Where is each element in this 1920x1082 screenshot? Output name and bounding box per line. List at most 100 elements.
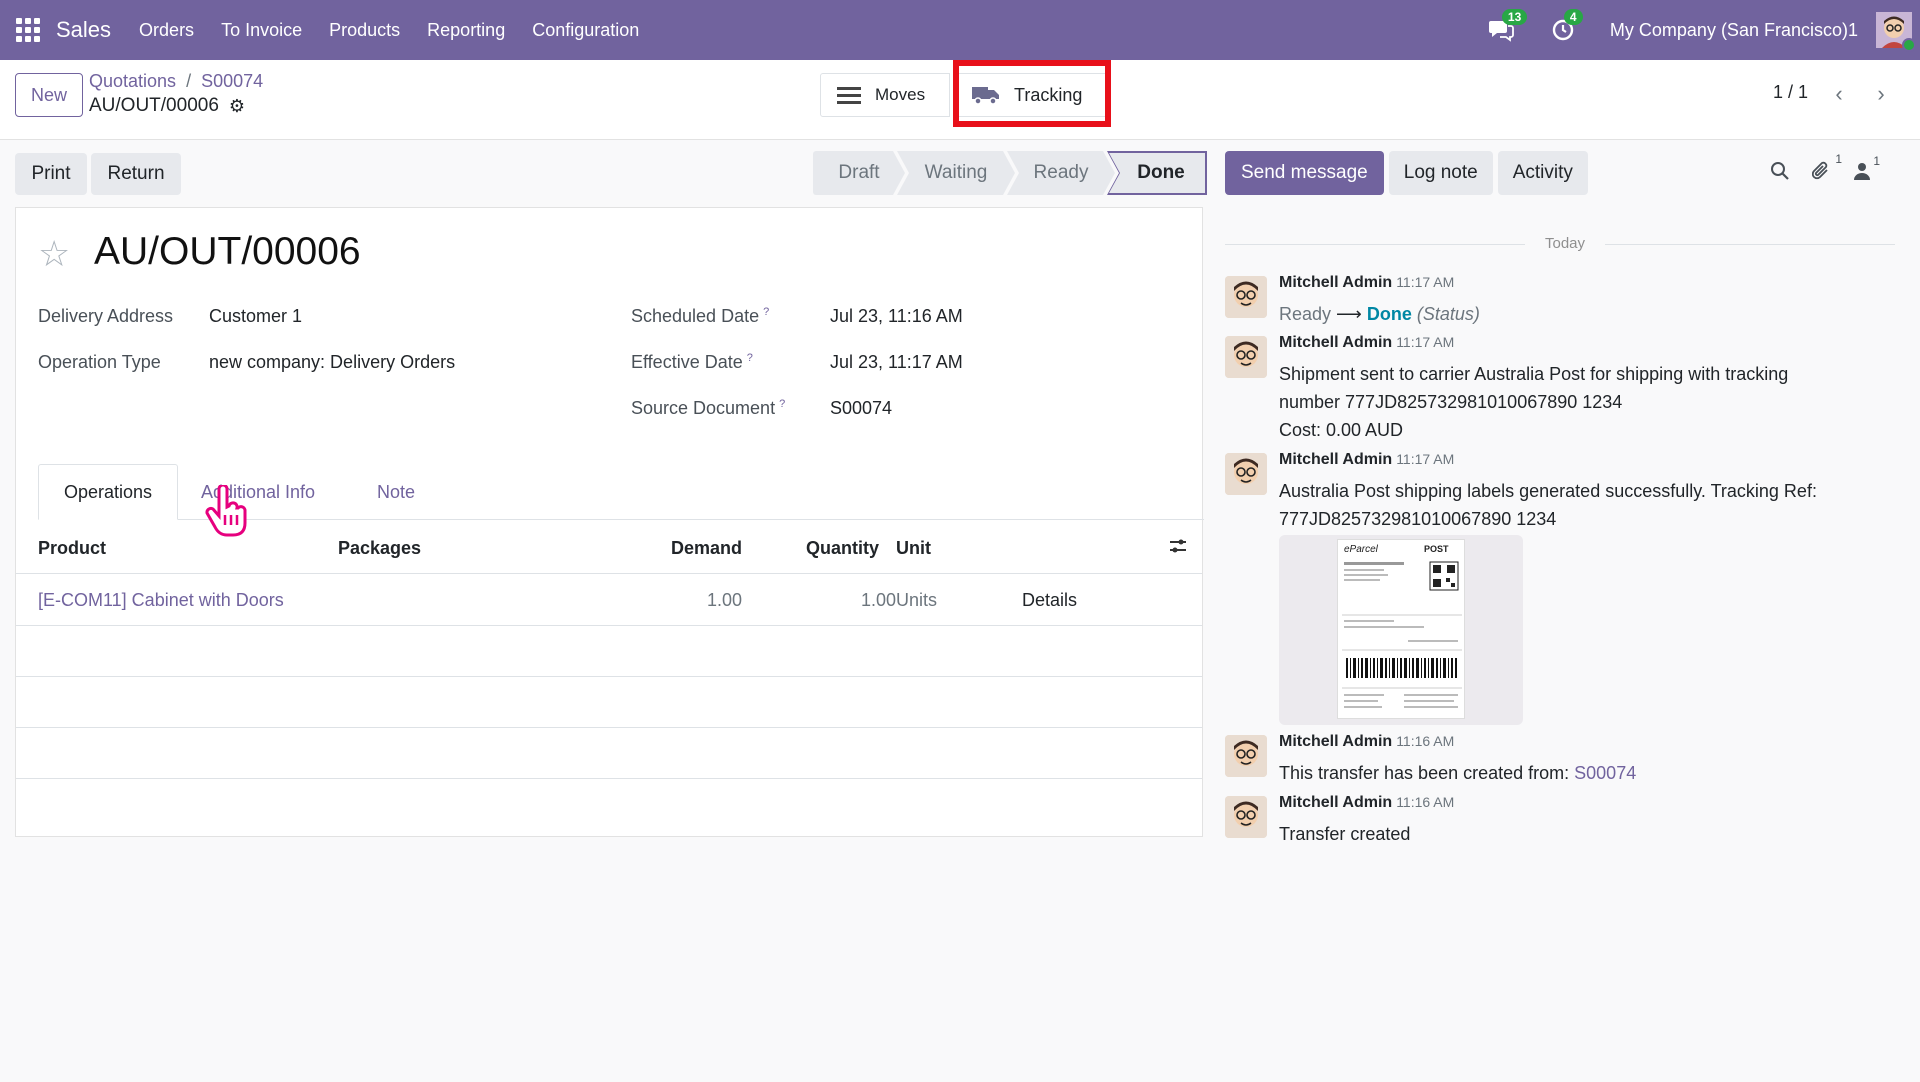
empty-row [16,728,1202,779]
author-avatar[interactable] [1225,336,1267,378]
message-line: 777JD825732981010067890 1234 [1279,509,1557,529]
message-author[interactable]: Mitchell Admin 11:17 AM [1279,334,1454,352]
operation-type-value[interactable]: new company: Delivery Orders [209,352,455,373]
row-details-button[interactable]: Details [1022,590,1077,611]
chevron-left-icon: ‹ [1835,81,1843,106]
message-author[interactable]: Mitchell Admin 11:17 AM [1279,274,1454,292]
stage-done[interactable]: Done [1107,151,1207,195]
help-icon[interactable]: ? [763,306,769,318]
author-name[interactable]: Mitchell Admin [1279,274,1392,291]
print-button[interactable]: Print [15,153,87,195]
help-icon[interactable]: ? [779,398,785,410]
menu-products[interactable]: Products [329,20,400,41]
form-sheet: ☆ AU/OUT/00006 Delivery Address Customer… [15,207,1204,837]
author-name[interactable]: Mitchell Admin [1279,451,1392,468]
row-demand: 1.00 [706,590,742,610]
author-avatar[interactable] [1225,796,1267,838]
column-settings-icon[interactable] [1168,536,1188,561]
stage-pipeline: Draft Waiting Ready Done [813,151,1207,195]
scheduled-date-label-text: Scheduled Date [631,306,760,326]
author-avatar[interactable] [1225,735,1267,777]
gear-icon[interactable]: ⚙ [229,96,245,117]
pager-previous-button[interactable]: ‹ [1820,74,1858,114]
source-document-value[interactable]: S00074 [830,398,892,419]
message-text: This transfer has been created from: [1279,763,1570,783]
chatter-topbar-icons: 1 1 [1770,152,1880,191]
row-product[interactable]: [E-COM11] Cabinet with Doors [38,590,284,611]
author-name[interactable]: Mitchell Admin [1279,733,1392,750]
return-button[interactable]: Return [91,153,181,195]
record-title: AU/OUT/00006 [94,230,361,273]
search-icon[interactable] [1770,161,1790,186]
breadcrumb-quotations[interactable]: Quotations [89,71,176,91]
operation-type-label: Operation Type [38,352,161,372]
pager-next-button[interactable]: › [1862,74,1900,114]
effective-date-label: Effective Date? [631,352,753,373]
messages-button[interactable]: 13 [1486,9,1528,45]
shipping-label-attachment[interactable]: eParcel POST [1279,535,1523,725]
message-author[interactable]: Mitchell Admin 11:17 AM [1279,451,1454,469]
menu-orders[interactable]: Orders [139,20,194,41]
breadcrumb-separator: / [186,71,192,91]
attachments-button[interactable]: 1 [1811,152,1842,187]
online-status-icon [1902,38,1916,52]
menu-reporting[interactable]: Reporting [427,20,505,41]
delivery-address-value[interactable]: Customer 1 [209,306,302,327]
col-product[interactable]: Product [38,538,106,559]
truck-icon [972,87,999,105]
activity-button[interactable]: Activity [1497,151,1588,195]
chatter-message: Mitchell Admin 11:17 AM Australia Post sh… [1225,451,1895,731]
chatter-message: Mitchell Admin 11:16 AM Transfer created [1225,794,1895,850]
message-author[interactable]: Mitchell Admin 11:16 AM [1279,794,1454,812]
moves-button[interactable]: Moves [820,73,950,117]
col-packages[interactable]: Packages [338,538,421,559]
message-time: 11:17 AM [1396,451,1455,467]
app-brand[interactable]: Sales [56,17,111,43]
app-menu-icon[interactable] [0,0,56,60]
tracking-button[interactable]: Tracking [957,73,1107,117]
message-author[interactable]: Mitchell Admin 11:16 AM [1279,733,1454,751]
date-separator: Today [1225,235,1895,253]
stage-ready[interactable]: Ready [1007,151,1115,195]
scheduled-date-value[interactable]: Jul 23, 11:16 AM [830,306,963,327]
message-body: Shipment sent to carrier Australia Post … [1279,360,1889,444]
col-unit[interactable]: Unit [896,538,931,559]
star-icon[interactable]: ☆ [38,233,70,275]
activities-button[interactable]: 4 [1548,9,1583,45]
today-label: Today [1544,235,1586,252]
pager-value[interactable]: 1 / 1 [1773,82,1808,103]
message-body: Transfer created [1279,820,1889,848]
followers-button[interactable]: 1 [1854,154,1880,185]
menu-configuration[interactable]: Configuration [532,20,639,41]
tab-operations[interactable]: Operations [38,464,178,520]
row-quantity[interactable]: 1.00 [806,590,896,611]
col-demand[interactable]: Demand [671,538,742,559]
company-switcher[interactable]: My Company (San Francisco)1 [1610,20,1858,41]
help-icon[interactable]: ? [747,352,753,364]
table-row[interactable]: [E-COM11] Cabinet with Doors 1.00 1.00 U… [16,575,1202,626]
author-name[interactable]: Mitchell Admin [1279,334,1392,351]
user-avatar[interactable] [1876,12,1916,52]
chevron-right-icon: › [1877,81,1885,106]
stage-draft[interactable]: Draft [813,151,905,195]
tab-note[interactable]: Note [366,464,426,520]
col-quantity[interactable]: Quantity [806,538,879,559]
log-note-button[interactable]: Log note [1388,151,1493,195]
hand-cursor-icon [205,483,249,539]
breadcrumb-order[interactable]: S00074 [201,71,263,91]
author-name[interactable]: Mitchell Admin [1279,794,1392,811]
menu-to-invoice[interactable]: To Invoice [221,20,302,41]
source-order-link[interactable]: S00074 [1574,763,1636,783]
new-button[interactable]: New [15,73,83,117]
stage-done-label: Done [1109,153,1205,193]
row-unit: Units [896,590,938,610]
paperclip-icon [1811,161,1828,179]
message-body: Australia Post shipping labels generated… [1279,477,1889,533]
author-avatar[interactable] [1225,276,1267,318]
message-time: 11:16 AM [1396,733,1455,749]
effective-date-value[interactable]: Jul 23, 11:17 AM [830,352,963,373]
message-text: Transfer created [1279,824,1411,844]
send-message-button[interactable]: Send message [1225,151,1384,195]
author-avatar[interactable] [1225,453,1267,495]
stage-waiting[interactable]: Waiting [897,151,1015,195]
